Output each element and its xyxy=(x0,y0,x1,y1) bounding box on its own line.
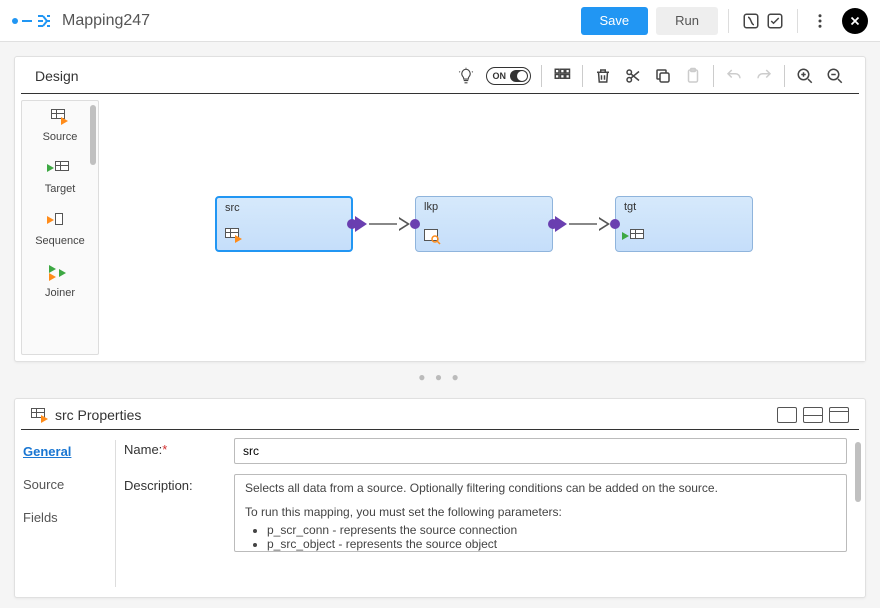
design-label: Design xyxy=(35,68,79,84)
palette-label: Sequence xyxy=(35,235,85,247)
run-button[interactable]: Run xyxy=(656,7,718,35)
palette-item-sequence[interactable]: Sequence xyxy=(35,213,85,247)
palette-scrollbar[interactable] xyxy=(90,105,96,165)
properties-header: src Properties xyxy=(21,399,859,430)
desc-text: To run this mapping, you must set the fo… xyxy=(245,505,836,519)
palette-label: Target xyxy=(45,183,76,195)
palette-label: Joiner xyxy=(45,287,75,299)
palette: Source Target Sequence Joiner xyxy=(21,100,99,355)
desc-text: Selects all data from a source. Optional… xyxy=(245,481,836,495)
check-icon[interactable] xyxy=(763,9,787,33)
mapping-canvas[interactable]: src lkp tgt xyxy=(99,94,865,361)
layout-split-icon[interactable] xyxy=(803,407,823,423)
on-toggle[interactable]: ON xyxy=(486,67,532,85)
more-menu-icon[interactable] xyxy=(808,9,832,33)
trash-icon[interactable] xyxy=(593,66,613,86)
copy-icon[interactable] xyxy=(653,66,673,86)
node-lkp[interactable]: lkp xyxy=(415,196,553,252)
cut-icon[interactable] xyxy=(623,66,643,86)
palette-label: Source xyxy=(43,131,78,143)
port-in[interactable] xyxy=(610,219,620,229)
node-src[interactable]: src xyxy=(215,196,353,252)
properties-form: Name:* Description: Selects all data fro… xyxy=(124,430,865,597)
validate-icon[interactable] xyxy=(739,9,763,33)
redo-icon xyxy=(754,66,774,86)
layout-topbar-icon[interactable] xyxy=(829,407,849,423)
lightbulb-icon[interactable] xyxy=(456,66,476,86)
tab-source[interactable]: Source xyxy=(23,477,115,492)
palette-item-joiner[interactable]: Joiner xyxy=(45,265,75,299)
panel-resize-handle[interactable]: ● ● ● xyxy=(0,370,880,384)
palette-item-target[interactable]: Target xyxy=(45,161,76,195)
description-input[interactable]: Selects all data from a source. Optional… xyxy=(234,474,847,552)
edge[interactable] xyxy=(569,223,597,225)
zoom-out-icon[interactable] xyxy=(825,66,845,86)
page-title: Mapping247 xyxy=(62,12,150,30)
zoom-in-icon[interactable] xyxy=(795,66,815,86)
properties-tabs: General Source Fields xyxy=(15,430,115,597)
edge[interactable] xyxy=(369,223,397,225)
node-label: lkp xyxy=(424,201,438,213)
tab-fields[interactable]: Fields xyxy=(23,510,115,525)
properties-title: src Properties xyxy=(55,407,141,423)
mapping-icon xyxy=(36,13,52,29)
properties-panel: src Properties General Source Fields Nam… xyxy=(14,398,866,598)
layout-single-icon[interactable] xyxy=(777,407,797,423)
name-input[interactable] xyxy=(234,438,847,464)
properties-scrollbar[interactable] xyxy=(855,442,861,502)
node-label: src xyxy=(225,202,240,214)
description-label: Description: xyxy=(124,474,234,493)
design-panel: Design ON xyxy=(14,56,866,362)
node-label: tgt xyxy=(624,201,636,213)
top-bar: Mapping247 Save Run xyxy=(0,0,880,42)
node-tgt[interactable]: tgt xyxy=(615,196,753,252)
port-in[interactable] xyxy=(410,219,420,229)
desc-bullet: p_scr_conn - represents the source conne… xyxy=(267,523,836,537)
name-label: Name:* xyxy=(124,438,234,457)
app-logo xyxy=(12,13,52,29)
toggle-label: ON xyxy=(493,71,507,81)
close-icon[interactable] xyxy=(842,8,868,34)
tab-general[interactable]: General xyxy=(23,444,115,459)
paste-icon xyxy=(683,66,703,86)
design-header: Design ON xyxy=(21,57,859,94)
desc-bullet: p_src_object - represents the source obj… xyxy=(267,537,836,551)
undo-icon xyxy=(724,66,744,86)
palette-item-source[interactable]: Source xyxy=(43,109,78,143)
save-button[interactable]: Save xyxy=(581,7,649,35)
grid-icon[interactable] xyxy=(552,66,572,86)
